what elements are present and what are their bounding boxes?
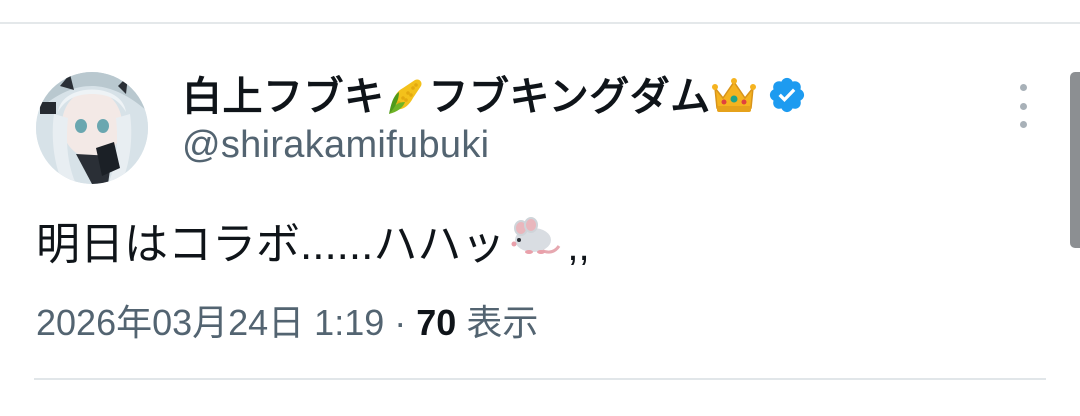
crown-emoji: [711, 74, 757, 124]
tweet-timestamp[interactable]: 2026年03月24日 1:19: [36, 302, 384, 343]
more-dot-icon: [1019, 84, 1027, 91]
views-count: 70: [416, 302, 457, 343]
corn-emoji: [385, 72, 429, 126]
top-divider: [0, 22, 1080, 24]
more-dot-icon: [1019, 121, 1027, 128]
display-name-part2: フブキングダム: [428, 74, 711, 119]
mouse-emoji: [511, 212, 563, 269]
tweet-metadata: 2026年03月24日 1:19 · 70 表示: [36, 294, 538, 346]
bottom-divider: [34, 378, 1046, 380]
more-options-button[interactable]: [1008, 84, 1038, 128]
avatar-image: [36, 72, 148, 184]
tweet-text: 明日はコラボ......ハハッ ,,: [36, 208, 590, 272]
author-name-row[interactable]: 白上フブキ フブキングダム: [182, 66, 807, 124]
author-handle[interactable]: @shirakamifubuki: [182, 124, 489, 167]
avatar[interactable]: [36, 72, 148, 184]
display-name[interactable]: 白上フブキ フブキングダム: [182, 64, 757, 126]
tweet-text-tail: ,,: [567, 224, 590, 269]
display-name-part1: 白上フブキ: [182, 74, 385, 119]
scrollbar[interactable]: [1070, 72, 1080, 248]
verified-badge-icon[interactable]: [767, 75, 807, 115]
tweet-text-main: 明日はコラボ......ハハッ: [36, 220, 506, 269]
more-dot-icon: [1019, 102, 1027, 110]
meta-separator: ·: [394, 302, 407, 343]
views-label: 表示: [466, 302, 539, 343]
